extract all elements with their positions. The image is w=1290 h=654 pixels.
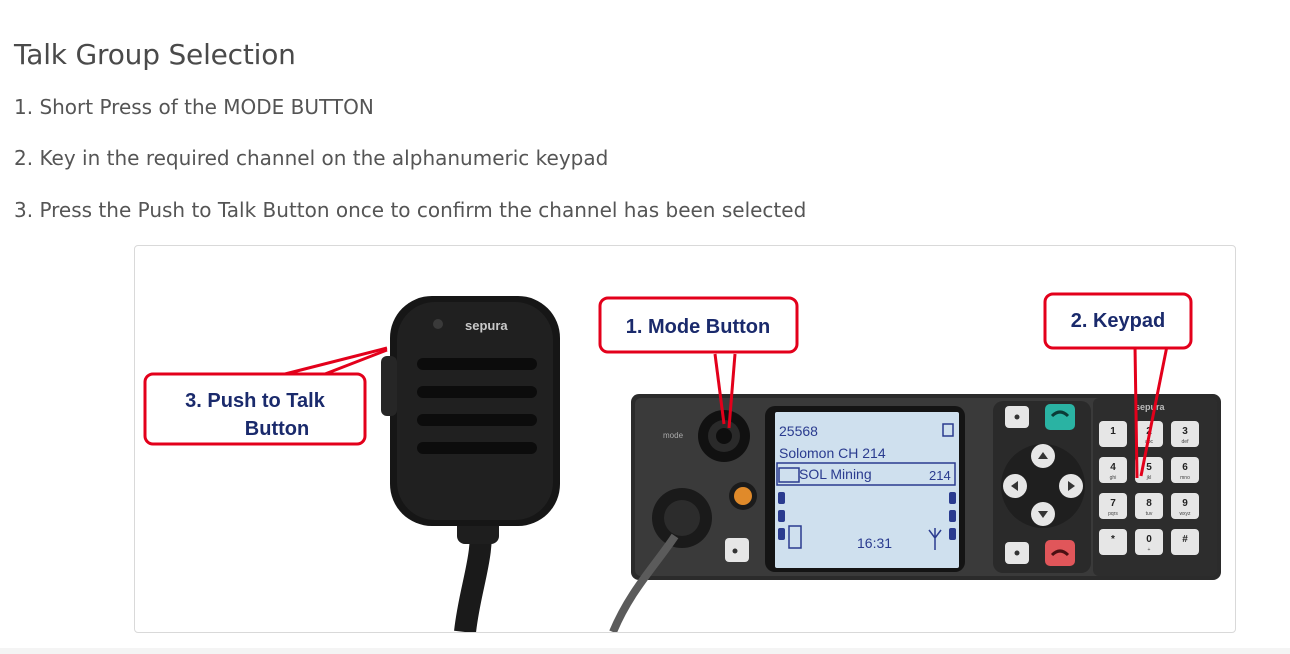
key-letters: def [1182,439,1190,445]
microphone: sepura [381,296,560,632]
step-2: 2. Key in the required channel on the al… [14,146,609,170]
mode-label: mode [663,431,684,440]
page-title: Talk Group Selection [14,38,296,71]
key-digit: 5 [1146,462,1152,473]
key-letters: mno [1180,475,1190,481]
key-digit: 8 [1146,498,1152,509]
key-digit: 3 [1182,426,1188,437]
screen-line3: SOL Mining [799,466,872,482]
key-digit: 9 [1182,498,1188,509]
radio-brand: sepura [1135,402,1166,412]
emergency-icon [734,487,752,505]
callout-mode-text: 1. Mode Button [626,316,770,338]
key-digit: 0 [1146,534,1152,545]
screen-line3-num: 214 [929,468,951,483]
key-letters: + [1148,547,1151,553]
screen-line1: 25568 [779,423,818,439]
callout-ptt: 3. Push to Talk Button [143,372,367,446]
callout-mode: 1. Mode Button [598,296,799,354]
key-digit: 1 [1110,426,1116,437]
radio-diagram: sepura mode 25568 Solomon CH 214 SOL Min… [143,292,1221,632]
key-letters: pqrs [1108,511,1118,517]
step-1: 1. Short Press of the MODE BUTTON [14,95,374,119]
mic-brand: sepura [465,318,508,333]
key-letters: jkl [1146,475,1152,481]
key-letters: ghi [1110,475,1117,481]
radio-diagram-figure: sepura mode 25568 Solomon CH 214 SOL Min… [134,245,1236,633]
call-button[interactable] [1045,404,1075,430]
key-digit: * [1111,534,1115,545]
ptt-button[interactable] [381,356,397,416]
key-digit: 6 [1182,462,1188,473]
end-call-button[interactable] [1045,540,1075,566]
key-letters: tuv [1146,511,1153,517]
screen-line2: Solomon CH 214 [779,445,886,461]
step-3: 3. Press the Push to Talk Button once to… [14,198,807,222]
callout-keypad-text: 2. Keypad [1071,310,1165,332]
key-letters: wxyz [1179,511,1191,517]
mic-hole-icon [433,319,443,329]
key-digit: 7 [1110,498,1116,509]
callout-keypad: 2. Keypad [1043,292,1193,350]
callout-ptt-text-1: 3. Push to Talk [185,390,326,412]
keypad-pointer [1133,345,1139,479]
callout-ptt-text-2: Button [245,418,309,440]
radio-head: mode 25568 Solomon CH 214 SOL Mining 214… [609,394,1221,632]
screen-clock: 16:31 [857,535,892,551]
footer-divider [0,648,1290,654]
key-digit: 4 [1110,462,1116,473]
key-digit: # [1182,534,1188,545]
